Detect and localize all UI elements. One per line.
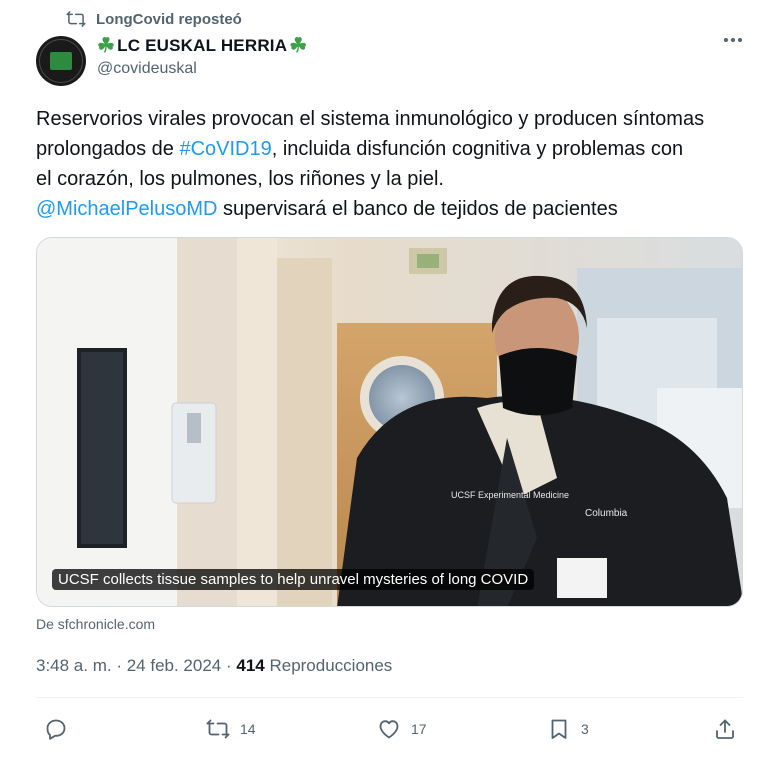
bookmark-icon — [551, 719, 567, 739]
bookmark-button[interactable]: 3 — [547, 712, 589, 746]
link-card-title[interactable]: UCSF collects tissue samples to help unr… — [52, 569, 535, 590]
tweet-text-fragment: supervisará el banco de tejidos de pacie… — [217, 198, 618, 220]
tweet-date[interactable]: 24 feb. 2024 — [127, 656, 222, 675]
repost-icon — [206, 719, 230, 739]
repost-count: 14 — [240, 721, 256, 737]
divider — [36, 697, 743, 698]
more-icon[interactable] — [724, 38, 742, 42]
bookmark-count: 3 — [581, 721, 589, 737]
author-handle[interactable]: @covideuskal — [97, 60, 307, 78]
tweet-line: prolongados de #CoVID19, incluida disfun… — [36, 134, 748, 164]
link-source[interactable]: De sfchronicle.com — [36, 616, 155, 632]
author-name[interactable]: ☘ LC EUSKAL HERRIA ☘ — [97, 36, 307, 56]
tweet-text-fragment: , incluida disfunción cognitiva y proble… — [271, 138, 684, 160]
avatar[interactable] — [36, 36, 86, 86]
jacket-logo-text: UCSF Experimental Medicine — [451, 490, 569, 500]
meta-separator: · — [111, 656, 127, 675]
like-icon — [379, 720, 399, 739]
clover-icon: ☘ — [97, 35, 116, 57]
hashtag-link[interactable]: #CoVID19 — [179, 138, 271, 160]
link-card-image[interactable]: UCSF Experimental Medicine Columbia UCSF… — [36, 237, 743, 607]
tweet-line: Reservorios virales provocan el sistema … — [36, 108, 705, 130]
action-bar: 14 17 3 — [36, 712, 748, 746]
meta-separator: · — [221, 656, 237, 675]
like-count: 17 — [411, 721, 427, 737]
share-button[interactable] — [713, 712, 737, 746]
views-label: Reproducciones — [264, 656, 393, 675]
clover-icon: ☘ — [289, 35, 308, 57]
tweet-text: Reservorios virales provocan el sistema … — [36, 104, 748, 224]
share-icon — [716, 719, 734, 739]
display-name[interactable]: LC EUSKAL HERRIA — [117, 36, 287, 56]
author-block: ☘ LC EUSKAL HERRIA ☘ @covideuskal — [97, 36, 307, 78]
more-dot — [731, 38, 735, 42]
tweet-line: el corazón, los pulmones, los riñones y … — [36, 168, 444, 190]
tweet-time[interactable]: 3:48 a. m. — [36, 656, 112, 675]
reply-button[interactable] — [44, 712, 78, 746]
views-count: 414 — [236, 656, 265, 675]
repost-button[interactable]: 14 — [206, 712, 256, 746]
repost-label[interactable]: LongCovid reposteó — [96, 11, 242, 28]
more-dot — [738, 38, 742, 42]
like-button[interactable]: 17 — [377, 712, 427, 746]
reply-icon — [46, 719, 66, 740]
repost-icon — [66, 11, 86, 27]
tweet-line: @MichaelPelusoMD supervisará el banco de… — [36, 194, 748, 224]
mention-link[interactable]: @MichaelPelusoMD — [36, 198, 217, 220]
repost-indicator[interactable]: LongCovid reposteó — [66, 9, 242, 29]
more-dot — [724, 38, 728, 42]
jacket-brand-text: Columbia — [585, 508, 628, 519]
tweet-metadata: 3:48 a. m. · 24 feb. 2024 · 414 Reproduc… — [36, 656, 392, 676]
avatar-logo — [50, 52, 72, 70]
tweet-text-fragment: prolongados de — [36, 138, 180, 160]
photo-illustration: UCSF Experimental Medicine Columbia — [37, 238, 742, 606]
